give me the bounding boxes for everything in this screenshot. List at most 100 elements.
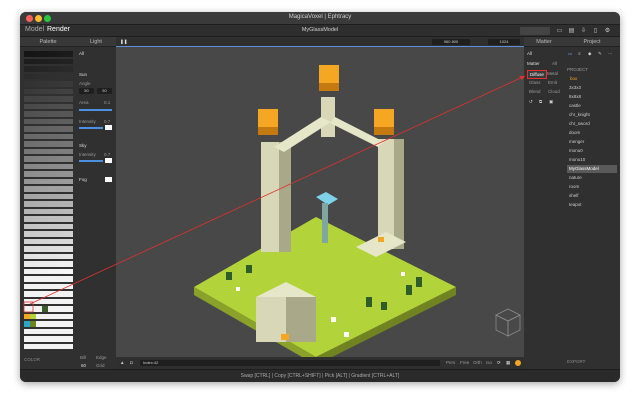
angle-field-1[interactable]: 50	[79, 88, 94, 94]
material-metal[interactable]: Metal	[547, 71, 558, 76]
project-file-item[interactable]: 8x8x8	[567, 93, 617, 101]
material-diffuse[interactable]: Diffuse	[527, 70, 547, 79]
palette-swatch[interactable]	[66, 118, 73, 124]
project-file-item[interactable]: 3x3x3	[567, 84, 617, 92]
fog-color-swatch[interactable]	[105, 177, 112, 182]
palette-swatch[interactable]	[66, 238, 73, 244]
project-file-item[interactable]: monu10	[567, 156, 617, 164]
sun-toggle-icon[interactable]	[515, 360, 521, 366]
refresh-icon[interactable]: ⟳	[497, 360, 501, 366]
palette-swatch[interactable]	[66, 261, 73, 267]
undo-icon[interactable]: ↺	[529, 99, 533, 105]
cam-iso[interactable]: Iso	[486, 360, 492, 365]
settings-icon[interactable]: ⚙	[604, 27, 611, 35]
palette-swatch[interactable]	[66, 343, 73, 349]
edge-button[interactable]: Edge	[96, 355, 107, 360]
save-icon[interactable]: ▤	[568, 27, 575, 35]
sun-color-swatch[interactable]	[105, 125, 112, 130]
palette-swatch[interactable]	[66, 201, 73, 207]
cam-orth[interactable]: Orth	[473, 360, 482, 365]
grid-icon[interactable]: ▦	[506, 360, 510, 366]
project-file-item[interactable]: teapot	[567, 201, 617, 209]
render-viewport[interactable]: ❚❚ 960 800 1024	[116, 37, 524, 357]
palette-swatch[interactable]	[66, 88, 73, 94]
material-cloud[interactable]: Cloud	[548, 89, 560, 94]
palette-swatch[interactable]	[66, 328, 73, 334]
matter-sub-all[interactable]: All	[552, 61, 557, 66]
bill-button[interactable]: Bill	[80, 355, 86, 360]
project-file-item[interactable]: castle	[567, 102, 617, 110]
palette-swatch[interactable]	[66, 298, 73, 304]
index-field[interactable]: Index:42	[140, 360, 440, 366]
palette-swatch[interactable]	[66, 276, 73, 282]
project-file-item[interactable]: monu0	[567, 147, 617, 155]
list-icon[interactable]: ≡	[578, 51, 581, 56]
grid-button[interactable]: Grid	[96, 363, 105, 368]
palette-swatch[interactable]	[66, 186, 73, 192]
palette-swatch[interactable]	[66, 126, 73, 132]
palette-swatch[interactable]	[66, 321, 73, 327]
palette-swatch[interactable]	[66, 291, 73, 297]
sample-count-field[interactable]: 1024	[488, 39, 520, 45]
palette-swatch[interactable]	[66, 178, 73, 184]
palette-swatch[interactable]	[66, 111, 73, 117]
area-slider[interactable]	[79, 109, 112, 111]
render-size-field[interactable]: 960 800	[432, 39, 470, 45]
palette-swatch[interactable]	[66, 306, 73, 312]
palette-swatch[interactable]	[66, 223, 73, 229]
palette-swatch[interactable]	[66, 216, 73, 222]
tag-icon[interactable]: ◆	[588, 51, 591, 57]
pause-icon[interactable]: ❚❚	[120, 39, 128, 45]
open-folder-icon[interactable]: ▭	[556, 27, 563, 35]
grid-size-field[interactable]: 60	[81, 363, 86, 368]
palette-swatch[interactable]	[66, 268, 73, 274]
palette-swatch[interactable]	[66, 171, 73, 177]
project-file-item[interactable]: doom	[567, 129, 617, 137]
palette-swatch[interactable]	[66, 283, 73, 289]
palette-swatch[interactable]	[66, 231, 73, 237]
material-emit[interactable]: Emit	[548, 80, 557, 85]
export-icon[interactable]: ⇩	[580, 27, 587, 35]
palette-swatch[interactable]	[66, 246, 73, 252]
palette-swatch[interactable]	[66, 156, 73, 162]
file-icon[interactable]: ▯	[592, 27, 599, 35]
toolbar-field-1[interactable]	[520, 27, 550, 35]
more-icon[interactable]: ⋯	[608, 51, 613, 57]
palette-swatch[interactable]	[66, 208, 73, 214]
palette-swatch[interactable]	[66, 148, 73, 154]
palette-swatch[interactable]	[66, 81, 73, 87]
copy-icon[interactable]: ⧉	[539, 99, 542, 104]
light-tab-all[interactable]: All	[79, 51, 84, 56]
tool-icon[interactable]: ✎	[598, 51, 602, 57]
project-file-item[interactable]: room	[567, 183, 617, 191]
project-file-item[interactable]: shelf	[567, 192, 617, 200]
palette-swatch[interactable]	[66, 66, 73, 72]
angle-field-2[interactable]: 50	[97, 88, 112, 94]
material-glass[interactable]: Glass	[529, 80, 541, 85]
cam-pers[interactable]: Pers	[446, 360, 455, 365]
palette-swatch[interactable]	[66, 193, 73, 199]
palette-swatch[interactable]	[66, 313, 73, 319]
project-footer[interactable]: EXPORT	[567, 359, 585, 364]
palette-grid[interactable]	[24, 51, 73, 351]
palette-swatch[interactable]	[66, 141, 73, 147]
project-file-item[interactable]: chr_knight	[567, 111, 617, 119]
palette-swatch[interactable]	[66, 58, 73, 64]
cam-free[interactable]: Free	[460, 360, 469, 365]
matter-tab-all[interactable]: All	[527, 51, 532, 56]
paste-icon[interactable]: ▣	[549, 99, 553, 105]
material-blend[interactable]: Blend	[529, 89, 541, 94]
camera-icon[interactable]: ◘	[130, 360, 133, 365]
project-folder[interactable]: box	[570, 76, 577, 81]
sky-color-swatch[interactable]	[105, 158, 112, 163]
palette-swatch[interactable]	[66, 133, 73, 139]
arrow-up-icon[interactable]: ▲	[120, 360, 124, 365]
palette-swatch[interactable]	[66, 103, 73, 109]
project-file-item[interactable]: nature	[567, 174, 617, 182]
sky-intensity-slider[interactable]	[79, 160, 103, 162]
palette-swatch[interactable]	[66, 51, 73, 57]
palette-swatch[interactable]	[66, 96, 73, 102]
folder-icon[interactable]: ▭	[568, 51, 572, 57]
palette-swatch[interactable]	[66, 163, 73, 169]
project-file-item[interactable]: MyGlassModel	[567, 165, 617, 173]
